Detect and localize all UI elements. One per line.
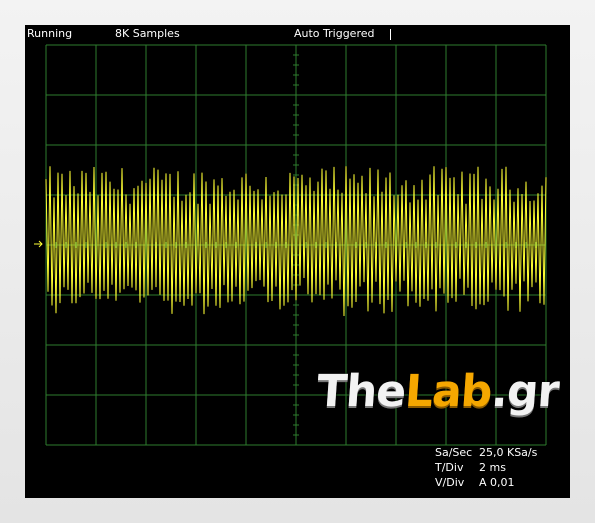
watermark-part-the: The [315,366,407,417]
watermark-part-gr: .gr [489,366,561,417]
volt-div-label: V/Div [435,476,465,489]
oscilloscope-window: Running 8K Samples Auto Triggered TheLab… [0,0,595,523]
thelab-watermark: TheLab.gr [315,366,560,417]
sample-rate-value: 25,0 KSa/s [479,446,538,459]
time-div-label: T/Div [435,461,464,474]
time-div-readout: T/Div 2 ms [435,461,506,474]
watermark-part-lab: Lab [403,366,494,417]
scope-display [34,44,547,446]
volt-div-readout: V/Div A 0,01 [435,476,515,489]
scope-screen: Running 8K Samples Auto Triggered TheLab… [25,25,570,498]
time-div-value: 2 ms [479,461,506,474]
sample-rate-label: Sa/Sec [435,446,473,459]
volt-div-value: A 0,01 [479,476,515,489]
arrow-right-icon [34,240,43,248]
sample-rate-readout: Sa/Sec 25,0 KSa/s [435,446,537,459]
